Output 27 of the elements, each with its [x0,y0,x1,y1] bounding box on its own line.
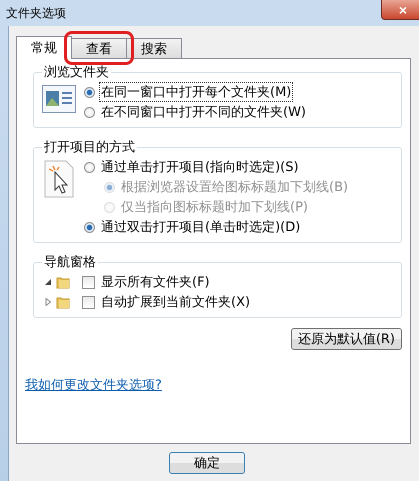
option-label: 显示所有文件夹(F) [100,274,211,292]
group-title: 浏览文件夹 [43,64,110,81]
radio-button[interactable] [84,86,95,98]
window-title: 文件夹选项 [6,4,66,22]
checkbox[interactable] [82,296,95,308]
option-label: 根据浏览器设置给图标标题加下划线(B) [120,179,350,197]
radio-button[interactable] [84,106,95,118]
group-title: 打开项目的方式 [43,139,136,156]
cursor-icon [42,160,76,198]
tab[interactable]: 搜索 [126,38,182,58]
ok-button[interactable]: 确定 [169,452,245,474]
option-label: 自动扩展到当前文件夹(X) [100,294,252,312]
folder-icon [56,295,70,309]
option-label: 仅当指向图标标题时加下划线(P) [120,199,309,217]
restore-defaults-button[interactable]: 还原为默认值(R) [290,328,402,350]
radio-button[interactable] [84,162,95,172]
radio-button[interactable] [84,222,95,232]
help-link[interactable]: 我如何更改文件夹选项? [25,376,162,394]
folder-icon [56,275,70,289]
window-icon [42,85,76,113]
option-label: 在不同窗口中打开不同的文件夹(W) [100,104,307,122]
option-label: 通过单击打开项目(指向时选定)(S) [100,159,300,177]
checkbox[interactable] [82,276,95,288]
option-label: 通过双击打开项目(单击时选定)(D) [100,219,302,237]
option-label: 在同一窗口中打开每个文件夹(M) [99,82,294,102]
group-title: 导航窗格 [43,254,97,271]
tab[interactable]: 常规 [16,36,72,59]
